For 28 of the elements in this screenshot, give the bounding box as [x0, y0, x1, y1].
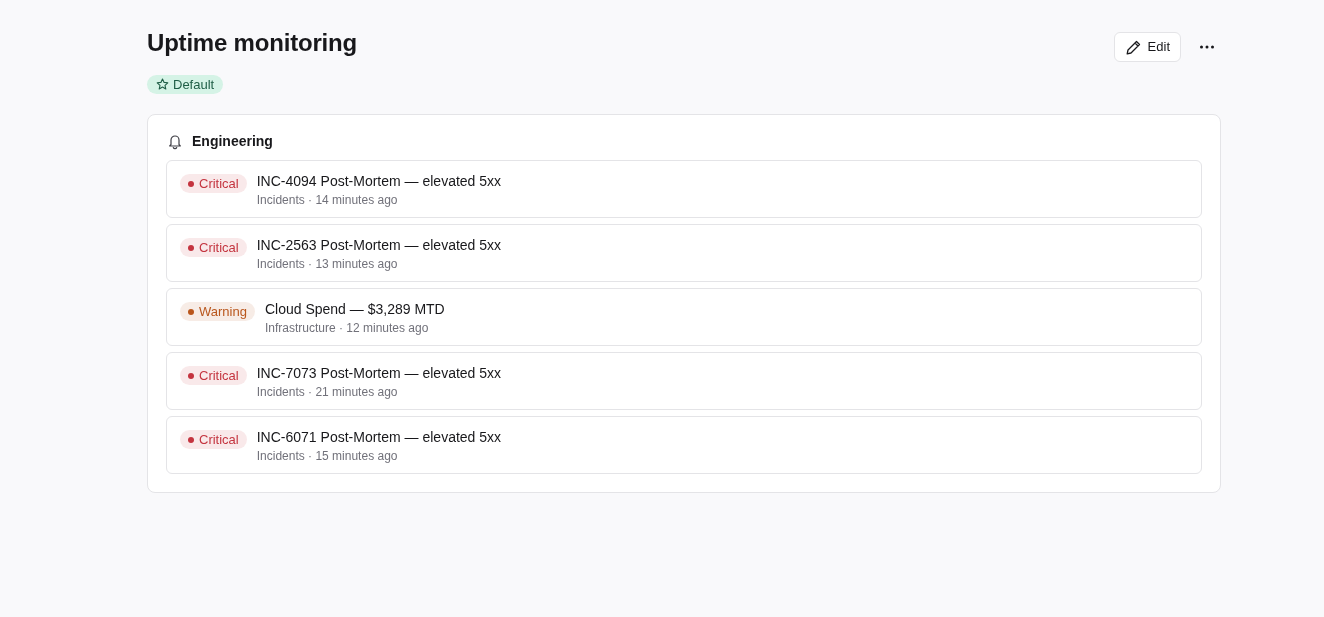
- alert-title: INC-2563 Post-Mortem — elevated 5xx: [256, 236, 502, 254]
- alert-title: INC-4094 Post-Mortem — elevated 5xx: [256, 172, 502, 190]
- pencil-icon: [1124, 38, 1142, 56]
- severity-tag: Critical: [180, 238, 247, 257]
- alert-meta: Incidents · 14 minutes ago: [256, 192, 399, 208]
- severity-tag: Critical: [180, 174, 247, 193]
- alert-meta: Incidents · 13 minutes ago: [256, 256, 399, 272]
- severity-tag: Critical: [180, 366, 247, 385]
- alert-meta: Incidents · 21 minutes ago: [256, 384, 399, 400]
- edit-button[interactable]: Edit: [1113, 32, 1181, 62]
- alert-item[interactable]: Warning Cloud Spend — $3,289 MTD Infrastructure · 12 minutes ago: [166, 288, 1202, 346]
- alert-meta: Incidents · 15 minutes ago: [256, 448, 399, 464]
- bell-icon: [167, 132, 183, 150]
- star-icon: [156, 78, 169, 91]
- alert-meta: Infrastructure · 12 minutes ago: [264, 320, 430, 336]
- severity-tag: Critical: [180, 430, 247, 449]
- alert-item[interactable]: Critical INC-7073 Post-Mortem — elevated 5xx Incidents · 21 minutes ago: [166, 352, 1202, 410]
- alert-item[interactable]: Critical INC-4094 Post-Mortem — elevated 5xx Incidents · 14 minutes ago: [166, 160, 1202, 218]
- default-tag: Default: [147, 75, 224, 94]
- page-title: Uptime monitoring: [147, 28, 357, 58]
- alert-title: Cloud Spend — $3,289 MTD: [264, 300, 445, 318]
- more-icon: [1199, 45, 1215, 49]
- alert-title: INC-6071 Post-Mortem — elevated 5xx: [256, 428, 502, 446]
- alert-title: INC-7073 Post-Mortem — elevated 5xx: [256, 364, 502, 382]
- alert-item[interactable]: Critical INC-6071 Post-Mortem — elevated 5xx Incidents · 15 minutes ago: [166, 416, 1202, 474]
- severity-tag: Warning: [180, 302, 255, 321]
- alert-item[interactable]: Critical INC-2563 Post-Mortem — elevated 5xx Incidents · 13 minutes ago: [166, 224, 1202, 282]
- group-title: Engineering: [192, 132, 273, 151]
